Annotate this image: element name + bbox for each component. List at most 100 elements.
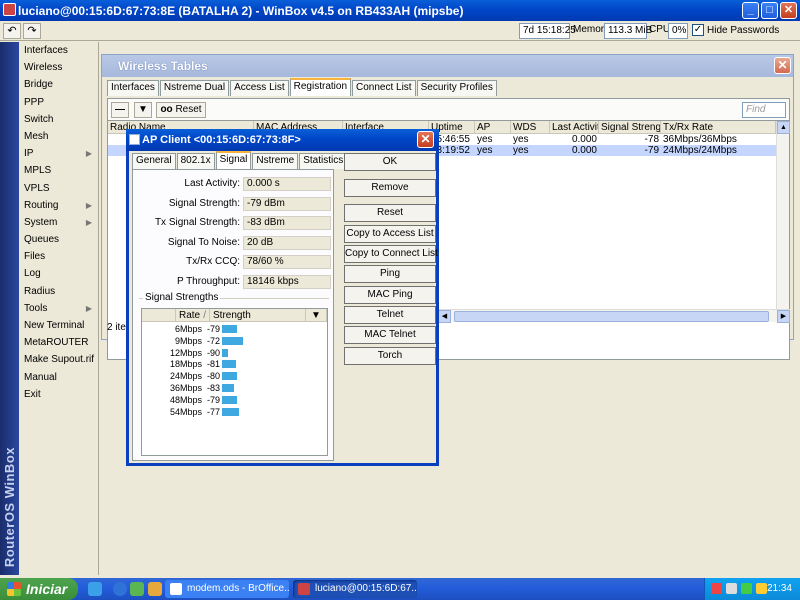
- table-vscrollbar[interactable]: ▲: [776, 121, 790, 309]
- sidebar-item-metarouter[interactable]: MetaROUTER: [19, 334, 98, 351]
- taskbar-item-winbox[interactable]: luciano@00:15:6D:67...: [293, 580, 417, 598]
- sidebar-item-radius[interactable]: Radius: [19, 283, 98, 300]
- sidebar-item-system[interactable]: System ▶: [19, 214, 98, 231]
- ss-rate: 18Mbps: [169, 359, 202, 370]
- copy-to-access-list-button[interactable]: Copy to Access List: [344, 225, 436, 243]
- maximize-button[interactable]: □: [761, 2, 778, 19]
- ap-client-close-button[interactable]: ✕: [417, 131, 434, 148]
- ss-rate: 48Mbps: [169, 394, 202, 405]
- redo-icon[interactable]: ↷: [23, 23, 41, 39]
- start-button[interactable]: Iniciar: [0, 578, 78, 600]
- ss-strength: -80: [207, 371, 221, 382]
- signal-strength-row[interactable]: 6Mbps -79: [142, 324, 327, 334]
- mac-telnet-button[interactable]: MAC Telnet: [344, 326, 436, 344]
- tab-nstreme-dual[interactable]: Nstreme Dual: [159, 80, 230, 96]
- tab-802-1x[interactable]: 802.1x: [176, 153, 215, 169]
- ss-column-menu-icon[interactable]: ▼: [306, 309, 327, 322]
- tray-icon[interactable]: [741, 583, 752, 594]
- signal-strength-row[interactable]: 18Mbps -81: [142, 359, 327, 369]
- sidebar-item-label: New Terminal: [24, 320, 85, 331]
- telnet-button[interactable]: Telnet: [344, 306, 436, 324]
- sidebar-item-new-terminal[interactable]: New Terminal: [19, 317, 98, 334]
- ss-col-strength[interactable]: Strength: [210, 309, 306, 322]
- wireless-tables-titlebar: Wireless Tables: [102, 55, 793, 77]
- table-col-header[interactable]: WDS: [511, 121, 550, 134]
- undo-icon[interactable]: ↶: [3, 23, 21, 39]
- tab-statistics[interactable]: Statistics: [299, 153, 348, 169]
- mac-ping-button[interactable]: MAC Ping: [344, 286, 436, 304]
- sidebar-item-routing[interactable]: Routing ▶: [19, 197, 98, 214]
- scroll-up-icon[interactable]: ▲: [777, 121, 790, 134]
- wireless-tables-close-button[interactable]: ✕: [774, 57, 791, 74]
- minimize-button[interactable]: _: [742, 2, 759, 19]
- sidebar-item-switch[interactable]: Switch: [19, 111, 98, 128]
- tab-connect-list[interactable]: Connect List: [352, 80, 416, 96]
- tab-security-profiles[interactable]: Security Profiles: [416, 80, 497, 96]
- table-col-header[interactable]: Signal Strengt...: [599, 121, 661, 134]
- reset-counters-button[interactable]: oo Reset: [156, 102, 206, 118]
- tab-access-list[interactable]: Access List: [230, 80, 289, 96]
- sidebar-item-wireless[interactable]: Wireless: [19, 59, 98, 76]
- sidebar-item-queues[interactable]: Queues: [19, 231, 98, 248]
- torch-button[interactable]: Torch: [344, 347, 436, 365]
- tray-icon[interactable]: [711, 583, 722, 594]
- sidebar-item-files[interactable]: Files: [19, 248, 98, 265]
- reset-button[interactable]: Reset: [344, 204, 436, 222]
- tab-nstreme[interactable]: Nstreme: [252, 153, 299, 169]
- sidebar-item-manual[interactable]: Manual: [19, 369, 98, 386]
- table-col-header[interactable]: Tx/Rx Rate: [661, 121, 776, 134]
- ss-col-strength-label: Strength: [213, 310, 251, 321]
- sidebar-item-ppp[interactable]: PPP: [19, 94, 98, 111]
- field-label: Tx Signal Strength:: [154, 217, 240, 228]
- remove-icon[interactable]: —: [111, 102, 129, 118]
- tab-registration[interactable]: Registration: [289, 78, 351, 96]
- sidebar-item-label: MetaROUTER: [24, 337, 89, 349]
- sidebar-item-vpls[interactable]: VPLS: [19, 180, 98, 197]
- table-col-header[interactable]: AP: [475, 121, 511, 134]
- signal-strength-row[interactable]: 36Mbps -83: [142, 383, 327, 393]
- find-input[interactable]: Find: [742, 102, 786, 118]
- remove-button[interactable]: Remove: [344, 179, 436, 197]
- quicklaunch-icon[interactable]: [148, 582, 162, 596]
- sidebar-item-ip[interactable]: IP ▶: [19, 145, 98, 162]
- desktop-icon[interactable]: [88, 582, 102, 596]
- hide-passwords-checkbox[interactable]: ✓ Hide Passwords: [692, 24, 779, 36]
- signal-strength-row[interactable]: 24Mbps -80: [142, 371, 327, 381]
- ok-button[interactable]: OK: [344, 153, 436, 171]
- ping-button[interactable]: Ping: [344, 265, 436, 283]
- sidebar-item-make-supout-rif[interactable]: Make Supout.rif: [19, 351, 98, 368]
- ss-strength: -72: [207, 335, 221, 346]
- scroll-right-icon[interactable]: ▶: [777, 310, 790, 323]
- table-col-header[interactable]: Last Activit...: [550, 121, 599, 134]
- ss-col-rate[interactable]: Rate /: [176, 309, 210, 322]
- sidebar-item-mpls[interactable]: MPLS: [19, 162, 98, 179]
- signal-strength-row[interactable]: 12Mbps -90: [142, 348, 327, 358]
- sidebar-item-exit[interactable]: Exit: [19, 386, 98, 403]
- taskbar-item-broffice[interactable]: modem.ods - BrOffice....: [165, 580, 289, 598]
- memory-value: 113.3 MiB: [604, 23, 652, 39]
- tray-icon[interactable]: [726, 583, 737, 594]
- signal-strength-row[interactable]: 9Mbps -72: [142, 336, 327, 346]
- scroll-left-icon[interactable]: ◀: [438, 310, 451, 323]
- winbox-icon: [298, 583, 310, 595]
- quicklaunch-icon[interactable]: [130, 582, 144, 596]
- broffice-icon: [170, 583, 182, 595]
- signal-strength-row[interactable]: 54Mbps -77: [142, 407, 327, 417]
- copy-to-connect-list-button[interactable]: Copy to Connect List: [344, 245, 438, 263]
- sidebar-item-mesh[interactable]: Mesh: [19, 128, 98, 145]
- tab-signal[interactable]: Signal: [215, 151, 252, 169]
- sidebar-item-bridge[interactable]: Bridge: [19, 76, 98, 93]
- ie-icon[interactable]: [113, 582, 127, 596]
- field-label: Signal Strength:: [168, 197, 240, 209]
- tab-interfaces[interactable]: Interfaces: [107, 80, 159, 96]
- hscroll-thumb[interactable]: [454, 311, 769, 322]
- close-button[interactable]: ✕: [780, 2, 797, 19]
- tray-icon[interactable]: [756, 583, 767, 594]
- sidebar-item-interfaces[interactable]: Interfaces: [19, 42, 98, 59]
- filter-icon[interactable]: ▼: [134, 102, 152, 118]
- table-hscrollbar[interactable]: ◀ ▶: [438, 309, 790, 323]
- tab-general[interactable]: General: [132, 153, 176, 169]
- signal-strength-row[interactable]: 48Mbps -79: [142, 395, 327, 405]
- sidebar-item-tools[interactable]: Tools ▶: [19, 300, 98, 317]
- sidebar-item-log[interactable]: Log: [19, 265, 98, 282]
